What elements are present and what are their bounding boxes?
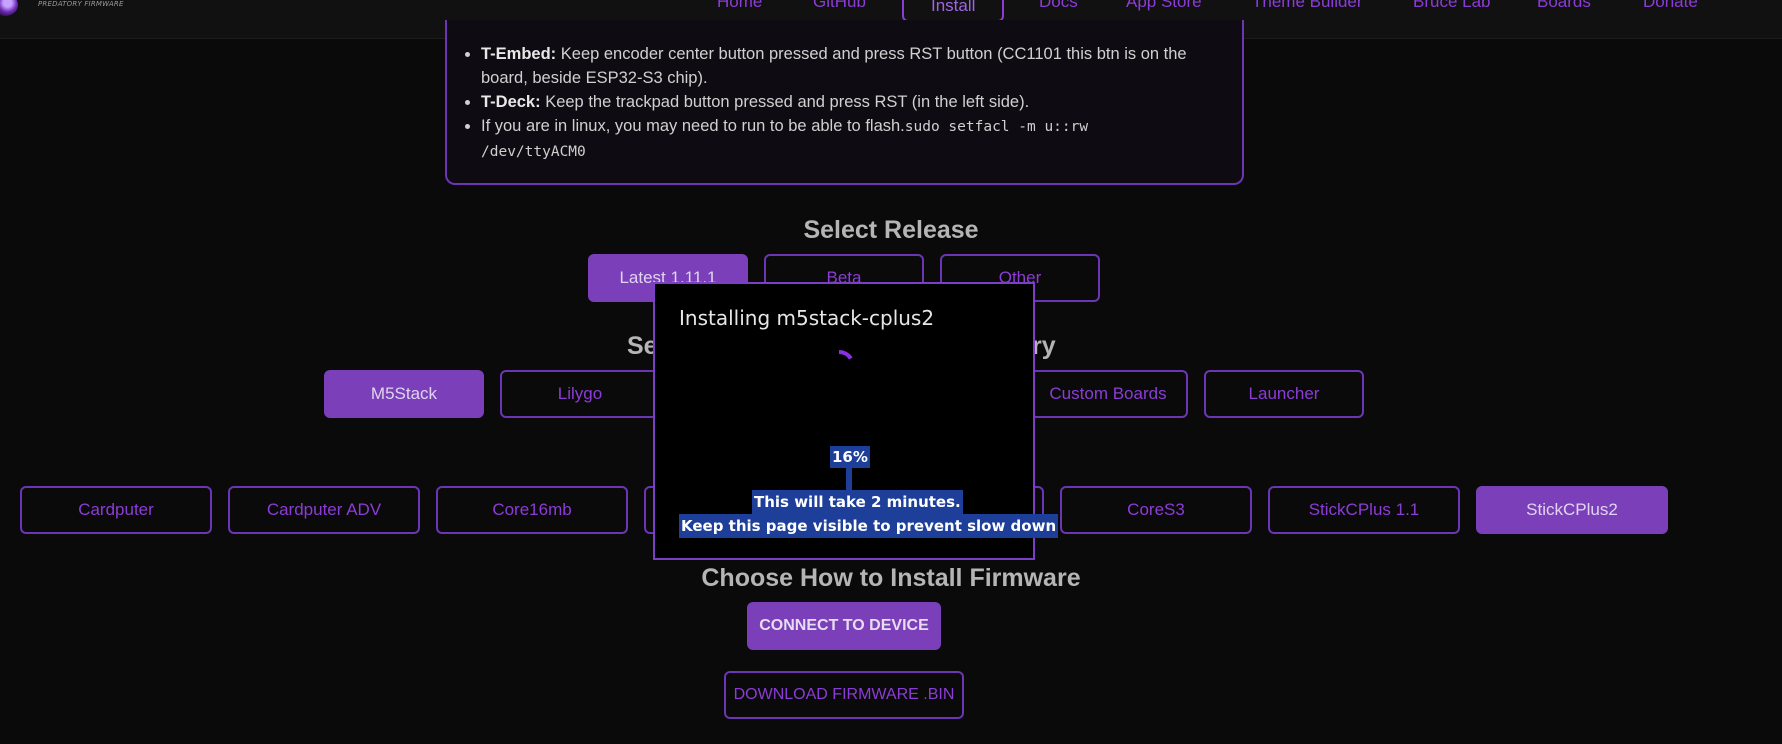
category-lilygo-button[interactable]: Lilygo <box>500 370 660 418</box>
device-stickcplus11-button[interactable]: StickCPlus 1.1 <box>1268 486 1460 534</box>
select-category-title-right: ry <box>1032 332 1056 360</box>
note-tembed: T-Embed: Keep encoder center button pres… <box>481 42 1201 90</box>
logo-icon <box>0 0 18 16</box>
nav-docs[interactable]: Docs <box>1039 0 1078 12</box>
category-launcher-button[interactable]: Launcher <box>1204 370 1364 418</box>
nav-theme-builder[interactable]: Theme Builder <box>1252 0 1363 12</box>
nav-install[interactable]: Install <box>902 0 1005 22</box>
install-method-title: Choose How to Install Firmware <box>701 564 1081 592</box>
nav-app-store[interactable]: App Store <box>1126 0 1202 12</box>
nav-donate[interactable]: Donate <box>1643 0 1698 12</box>
progress-percent: 16% <box>830 446 870 468</box>
dialog-title: Installing m5stack-cplus2 <box>679 306 935 330</box>
logo-text: PREDATORY FIRMWARE <box>38 0 124 8</box>
connect-device-button[interactable]: CONNECT TO DEVICE <box>747 602 941 650</box>
device-cardputer-adv-button[interactable]: Cardputer ADV <box>228 486 420 534</box>
select-release-title: Select Release <box>803 216 979 244</box>
device-cores3-button[interactable]: CoreS3 <box>1060 486 1252 534</box>
duration-message: This will take 2 minutes. <box>752 490 963 514</box>
category-m5stack-button[interactable]: M5Stack <box>324 370 484 418</box>
nav-bruce-lab[interactable]: Bruce Lab <box>1413 0 1491 12</box>
install-progress-dialog: Installing m5stack-cplus2 16% This will … <box>653 282 1059 560</box>
device-stickcplus2-button[interactable]: StickCPlus2 <box>1476 486 1668 534</box>
note-tdeck: T-Deck: Keep the trackpad button pressed… <box>481 90 1201 114</box>
category-custom-boards-button[interactable]: Custom Boards <box>1028 370 1188 418</box>
selection-connector <box>846 468 852 490</box>
nav-boards[interactable]: Boards <box>1537 0 1591 12</box>
device-cardputer-button[interactable]: Cardputer <box>20 486 212 534</box>
nav-github[interactable]: GitHub <box>813 0 866 12</box>
progress-spinner-icon <box>823 350 855 382</box>
download-firmware-button[interactable]: DOWNLOAD FIRMWARE .BIN <box>724 671 964 719</box>
device-core16mb-button[interactable]: Core16mb <box>436 486 628 534</box>
logo[interactable]: PREDATORY FIRMWARE <box>0 0 123 20</box>
visibility-message: Keep this page visible to prevent slow d… <box>679 514 1059 538</box>
boot-mode-notes: T-Embed: Keep encoder center button pres… <box>445 20 1244 185</box>
nav-home[interactable]: Home <box>717 0 762 12</box>
note-linux: If you are in linux, you may need to run… <box>481 114 1201 164</box>
